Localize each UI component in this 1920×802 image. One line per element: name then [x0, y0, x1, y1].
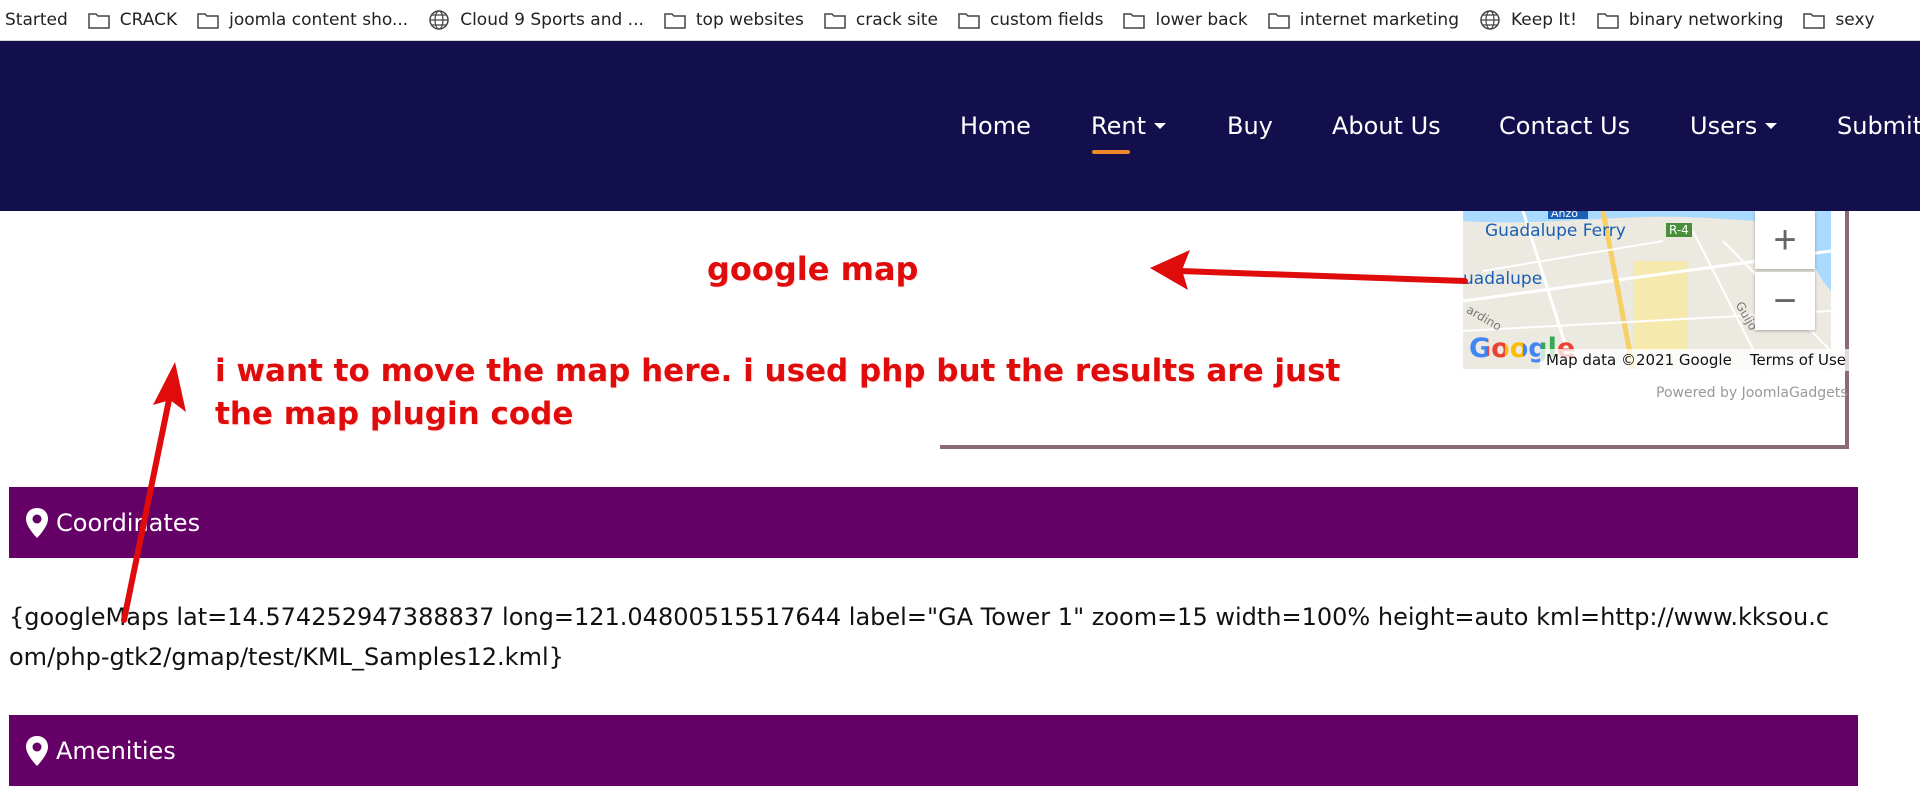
nav-label: Buy: [1227, 112, 1273, 140]
terms-of-use-link[interactable]: Terms of Use: [1750, 351, 1846, 369]
bookmark-joomla-content[interactable]: joomla content sho...: [197, 10, 408, 30]
map-data-text: Map data ©2021 Google: [1546, 351, 1732, 369]
nav-users[interactable]: Users: [1690, 106, 1778, 146]
nav-label: Submit: [1837, 112, 1920, 140]
bookmark-started[interactable]: Started: [5, 10, 68, 30]
nav-rent[interactable]: Rent: [1091, 106, 1166, 146]
bookmark-binary-networking[interactable]: binary networking: [1597, 10, 1784, 30]
map-attribution: Map data ©2021 Google Terms of Use: [1540, 349, 1853, 371]
map-zoom-out-button[interactable]: −: [1755, 272, 1815, 330]
nav-label: Contact Us: [1499, 112, 1631, 140]
map-label-road: Anzo: [1551, 211, 1579, 220]
section-title: Coordinates: [56, 508, 201, 537]
bookmark-label: Started: [5, 10, 68, 30]
folder-icon: [824, 13, 846, 29]
map-zoom-in-button[interactable]: +: [1755, 211, 1815, 269]
bookmark-label: top websites: [695, 10, 804, 30]
bookmark-crack[interactable]: CRACK: [88, 10, 177, 30]
bookmark-label: binary networking: [1628, 10, 1784, 30]
bookmark-label: sexy: [1835, 10, 1875, 30]
bookmarks-bar: Started CRACK joomla content sho... Clou…: [0, 0, 1920, 41]
folder-icon: [1268, 13, 1290, 29]
powered-by-text[interactable]: Powered by JoomlaGadgets: [1656, 385, 1848, 401]
plus-icon: +: [1773, 217, 1797, 262]
nav-about-us[interactable]: About Us: [1332, 106, 1441, 146]
bookmark-label: CRACK: [119, 10, 178, 30]
bookmark-label: joomla content sho...: [229, 10, 409, 30]
globe-icon: [429, 10, 449, 30]
bookmark-label: internet marketing: [1299, 10, 1459, 30]
annotation-google-map: google map: [707, 250, 919, 288]
folder-icon: [88, 13, 110, 29]
bookmark-label: Keep It!: [1511, 10, 1577, 30]
active-nav-underline: [1092, 150, 1130, 154]
folder-icon: [1123, 13, 1146, 29]
nav-label: Users: [1690, 112, 1758, 140]
bookmark-label: custom fields: [989, 10, 1104, 30]
amenities-section-header: Amenities: [9, 715, 1858, 786]
bookmark-internet-marketing[interactable]: internet marketing: [1268, 10, 1459, 30]
bookmark-sexy[interactable]: sexy: [1803, 10, 1875, 30]
minus-icon: −: [1773, 278, 1797, 323]
caret-down-icon: [1765, 123, 1778, 129]
globe-icon: [1480, 10, 1500, 30]
route-badge: R-4: [1666, 223, 1692, 237]
bookmark-custom-fields[interactable]: custom fields: [958, 10, 1104, 30]
map-label-guadalupe: uadalupe: [1463, 269, 1543, 289]
bookmark-lower-back[interactable]: lower back: [1123, 10, 1248, 30]
bookmark-cloud9[interactable]: Cloud 9 Sports and ...: [428, 9, 644, 31]
nav-submit[interactable]: Submit: [1837, 106, 1920, 146]
nav-buy[interactable]: Buy: [1227, 106, 1273, 146]
coordinates-section-header: Coordinates: [9, 487, 1858, 558]
folder-icon: [1597, 13, 1619, 29]
arrow-head-up: [153, 362, 186, 412]
nav-label: Rent: [1091, 112, 1146, 140]
map-plugin-code-text: {googleMaps lat=14.574252947388837 long=…: [9, 603, 1830, 671]
annotation-move-note: i want to move the map here. i used php …: [215, 353, 1341, 432]
nav-home[interactable]: Home: [960, 106, 1031, 146]
folder-icon: [958, 13, 980, 29]
site-navbar: Home Rent Buy About Us Contact Us Users …: [0, 41, 1920, 211]
map-label-ferry: Guadalupe Ferry: [1485, 221, 1626, 241]
caret-down-icon: [1153, 123, 1166, 129]
bookmark-label: lower back: [1155, 10, 1248, 30]
bookmark-crack-site[interactable]: crack site: [824, 10, 938, 30]
folder-icon: [1803, 13, 1826, 29]
nav-label: Home: [960, 112, 1031, 140]
folder-icon: [197, 13, 219, 29]
bookmark-top-websites[interactable]: top websites: [664, 10, 804, 30]
folder-icon: [664, 13, 686, 29]
nav-contact-us[interactable]: Contact Us: [1499, 106, 1630, 146]
bookmark-label: Cloud 9 Sports and ...: [460, 10, 644, 30]
bookmark-label: crack site: [855, 10, 938, 30]
nav-label: About Us: [1332, 112, 1441, 140]
section-title: Amenities: [56, 736, 176, 765]
map-pin-icon: [26, 735, 48, 766]
map-pin-icon: [26, 507, 48, 538]
bookmark-keep-it[interactable]: Keep It!: [1479, 9, 1577, 31]
